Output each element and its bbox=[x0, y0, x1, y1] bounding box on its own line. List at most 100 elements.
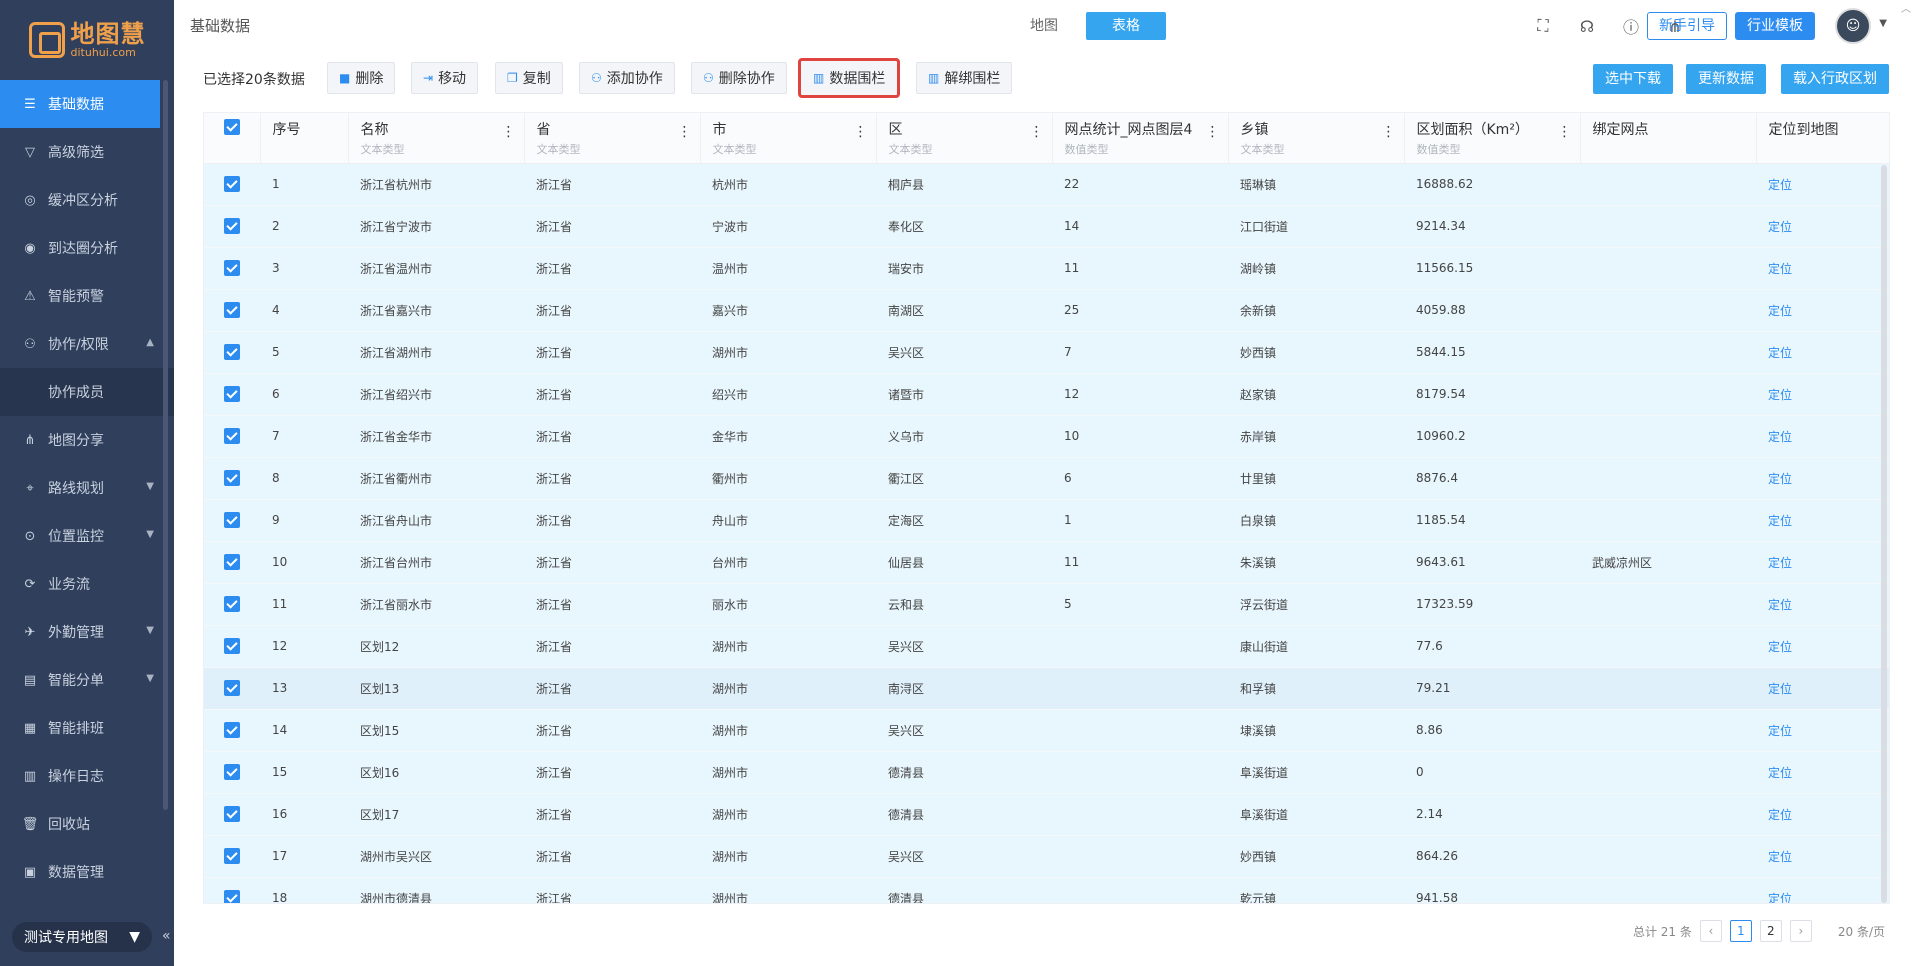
table-row[interactable]: 14 区划15 浙江省 湖州市 吴兴区 埭溪镇 8.86 定位 bbox=[204, 709, 1889, 752]
copy-button[interactable]: ❐ 复制 bbox=[495, 62, 563, 94]
unbind-fence-button[interactable]: ▥ 解绑围栏 bbox=[916, 62, 1013, 94]
row-select-cell[interactable] bbox=[204, 499, 260, 542]
column-menu-icon[interactable]: ⋮ bbox=[1558, 125, 1572, 139]
row-checkbox[interactable] bbox=[224, 218, 240, 234]
locate-link[interactable]: 定位 bbox=[1756, 583, 1889, 626]
row-checkbox[interactable] bbox=[224, 344, 240, 360]
row-select-cell[interactable] bbox=[204, 163, 260, 206]
chevron-down-icon[interactable]: ▼ bbox=[146, 673, 154, 684]
load-region-button[interactable]: 载入行政区划 bbox=[1781, 64, 1889, 94]
sidebar-item-2[interactable]: ◎ 缓冲区分析 bbox=[0, 176, 174, 224]
table-row[interactable]: 7 浙江省金华市 浙江省 金华市 义乌市 10 赤岸镇 10960.2 定位 bbox=[204, 415, 1889, 458]
locate-link[interactable]: 定位 bbox=[1756, 709, 1889, 752]
avatar-caret-icon[interactable]: ▼ bbox=[1879, 18, 1887, 29]
column-header-2[interactable]: 省文本类型 ⋮ bbox=[524, 113, 701, 164]
map-select[interactable]: 测试专用地图 ▼ bbox=[12, 922, 152, 952]
locate-link[interactable]: 定位 bbox=[1756, 793, 1889, 836]
column-menu-icon[interactable]: ⋮ bbox=[502, 125, 516, 139]
sidebar-item-9[interactable]: ⟳ 业务流 bbox=[0, 560, 174, 608]
remove-collab-button[interactable]: ⚇ 删除协作 bbox=[691, 62, 787, 94]
row-checkbox[interactable] bbox=[224, 428, 240, 444]
table-row[interactable]: 5 浙江省湖州市 浙江省 湖州市 吴兴区 7 妙西镇 5844.15 定位 bbox=[204, 331, 1889, 374]
sidebar-item-11[interactable]: ▤ 智能分单 ▼ bbox=[0, 656, 174, 704]
locate-link[interactable]: 定位 bbox=[1756, 373, 1889, 416]
row-checkbox[interactable] bbox=[224, 176, 240, 192]
table-row[interactable]: 12 区划12 浙江省 湖州市 吴兴区 康山街道 77.6 定位 bbox=[204, 625, 1889, 668]
locate-link[interactable]: 定位 bbox=[1756, 331, 1889, 374]
headset-icon[interactable]: ☊ bbox=[1577, 16, 1597, 36]
row-select-cell[interactable] bbox=[204, 625, 260, 668]
column-menu-icon[interactable]: ⋮ bbox=[1382, 125, 1396, 139]
row-select-cell[interactable] bbox=[204, 373, 260, 416]
data-fence-button[interactable]: ▥ 数据围栏 bbox=[798, 58, 901, 98]
row-checkbox[interactable] bbox=[224, 470, 240, 486]
locate-link[interactable]: 定位 bbox=[1756, 247, 1889, 290]
row-checkbox[interactable] bbox=[224, 680, 240, 696]
row-checkbox[interactable] bbox=[224, 722, 240, 738]
chevron-down-icon[interactable]: ▼ bbox=[146, 625, 154, 636]
table-row[interactable]: 4 浙江省嘉兴市 浙江省 嘉兴市 南湖区 25 余新镇 4059.88 定位 bbox=[204, 289, 1889, 332]
column-header-1[interactable]: 名称 文本类型 ⋮ bbox=[348, 113, 525, 164]
sidebar-subitem-members[interactable]: 协作成员 bbox=[0, 368, 174, 416]
table-row[interactable]: 16 区划17 浙江省 湖州市 德清县 阜溪街道 2.14 定位 bbox=[204, 793, 1889, 836]
column-header-5[interactable]: 网点统计_网点图层4 数值类型 ⋮ bbox=[1052, 113, 1229, 164]
logo[interactable]: 地图慧 dituhui.com bbox=[0, 0, 174, 80]
table-row[interactable]: 9 浙江省舟山市 浙江省 舟山市 定海区 1 白泉镇 1185.54 定位 bbox=[204, 499, 1889, 542]
chevron-down-icon[interactable]: ▼ bbox=[146, 529, 154, 540]
sidebar-item-15[interactable]: ▣ 数据管理 bbox=[0, 848, 174, 896]
sidebar-item-1[interactable]: ▽ 高级筛选 bbox=[0, 128, 174, 176]
row-checkbox[interactable] bbox=[224, 386, 240, 402]
help-icon[interactable]: ⓘ bbox=[1621, 16, 1641, 37]
row-select-cell[interactable] bbox=[204, 247, 260, 290]
table-row[interactable]: 13 区划13 浙江省 湖州市 南浔区 和孚镇 79.21 定位 bbox=[204, 667, 1889, 710]
column-header-0[interactable]: 序号 bbox=[260, 113, 349, 164]
locate-link[interactable]: 定位 bbox=[1756, 835, 1889, 878]
page-size-select[interactable]: 20 条/页 bbox=[1838, 923, 1885, 940]
locate-link[interactable]: 定位 bbox=[1756, 667, 1889, 710]
locate-link[interactable]: 定位 bbox=[1756, 499, 1889, 542]
avatar[interactable]: ☺ bbox=[1835, 8, 1871, 44]
sidebar-item-10[interactable]: ✈ 外勤管理 ▼ bbox=[0, 608, 174, 656]
sidebar-item-4[interactable]: ⚠ 智能预警 bbox=[0, 272, 174, 320]
locate-link[interactable]: 定位 bbox=[1756, 625, 1889, 668]
page-2[interactable]: 2 bbox=[1759, 920, 1782, 942]
row-checkbox[interactable] bbox=[224, 512, 240, 528]
column-menu-icon[interactable]: ⋮ bbox=[678, 125, 692, 139]
row-checkbox[interactable] bbox=[224, 806, 240, 822]
locate-link[interactable]: 定位 bbox=[1756, 541, 1889, 584]
row-checkbox[interactable] bbox=[224, 848, 240, 864]
sidebar-item-0[interactable]: ☰ 基础数据 bbox=[0, 80, 160, 128]
column-menu-icon[interactable]: ⋮ bbox=[1030, 125, 1044, 139]
locate-link[interactable]: 定位 bbox=[1756, 751, 1889, 794]
download-selected-button[interactable]: 选中下载 bbox=[1593, 64, 1673, 94]
table-row[interactable]: 3 浙江省温州市 浙江省 温州市 瑞安市 11 湖岭镇 11566.15 定位 bbox=[204, 247, 1889, 290]
locate-link[interactable]: 定位 bbox=[1756, 877, 1889, 903]
delete-button[interactable]: ■ 删除 bbox=[327, 62, 396, 94]
table-row[interactable]: 15 区划16 浙江省 湖州市 德清县 阜溪街道 0 定位 bbox=[204, 751, 1889, 794]
row-select-cell[interactable] bbox=[204, 289, 260, 332]
table-row[interactable]: 1 浙江省杭州市 浙江省 杭州市 桐庐县 22 瑶琳镇 16888.62 定位 bbox=[204, 163, 1889, 206]
sidebar-item-6[interactable]: ⋔ 地图分享 bbox=[0, 416, 174, 464]
sidebar-scrollbar[interactable] bbox=[163, 80, 168, 810]
sidebar-item-12[interactable]: ▦ 智能排班 bbox=[0, 704, 174, 752]
row-select-cell[interactable] bbox=[204, 709, 260, 752]
row-select-cell[interactable] bbox=[204, 667, 260, 710]
sidebar-item-3[interactable]: ◉ 到达圈分析 bbox=[0, 224, 174, 272]
add-collab-button[interactable]: ⚇ 添加协作 bbox=[579, 62, 675, 94]
column-menu-icon[interactable]: ⋮ bbox=[854, 125, 868, 139]
page-1[interactable]: 1 bbox=[1729, 920, 1752, 942]
row-select-cell[interactable] bbox=[204, 415, 260, 458]
column-header-4[interactable]: 区文本类型 ⋮ bbox=[876, 113, 1053, 164]
row-checkbox[interactable] bbox=[224, 638, 240, 654]
table-row[interactable]: 10 浙江省台州市 浙江省 台州市 仙居县 11 朱溪镇 9643.61 武威凉州区 定位 bbox=[204, 541, 1889, 584]
column-header-7[interactable]: 区划面积（Km²） 数值类型 ⋮ bbox=[1404, 113, 1581, 164]
sidebar-item-7[interactable]: ⌖ 路线规划 ▼ bbox=[0, 464, 174, 512]
locate-link[interactable]: 定位 bbox=[1756, 163, 1889, 206]
row-select-cell[interactable] bbox=[204, 751, 260, 794]
tab-map[interactable]: 地图 bbox=[1004, 12, 1084, 40]
sidebar-item-13[interactable]: ▥ 操作日志 bbox=[0, 752, 174, 800]
guide-button[interactable]: 新手引导 bbox=[1647, 12, 1727, 40]
fullscreen-icon[interactable]: ⛶ bbox=[1533, 16, 1553, 36]
row-checkbox[interactable] bbox=[224, 302, 240, 318]
corner-chevron-icon[interactable]: ︿ bbox=[1901, 0, 1911, 15]
